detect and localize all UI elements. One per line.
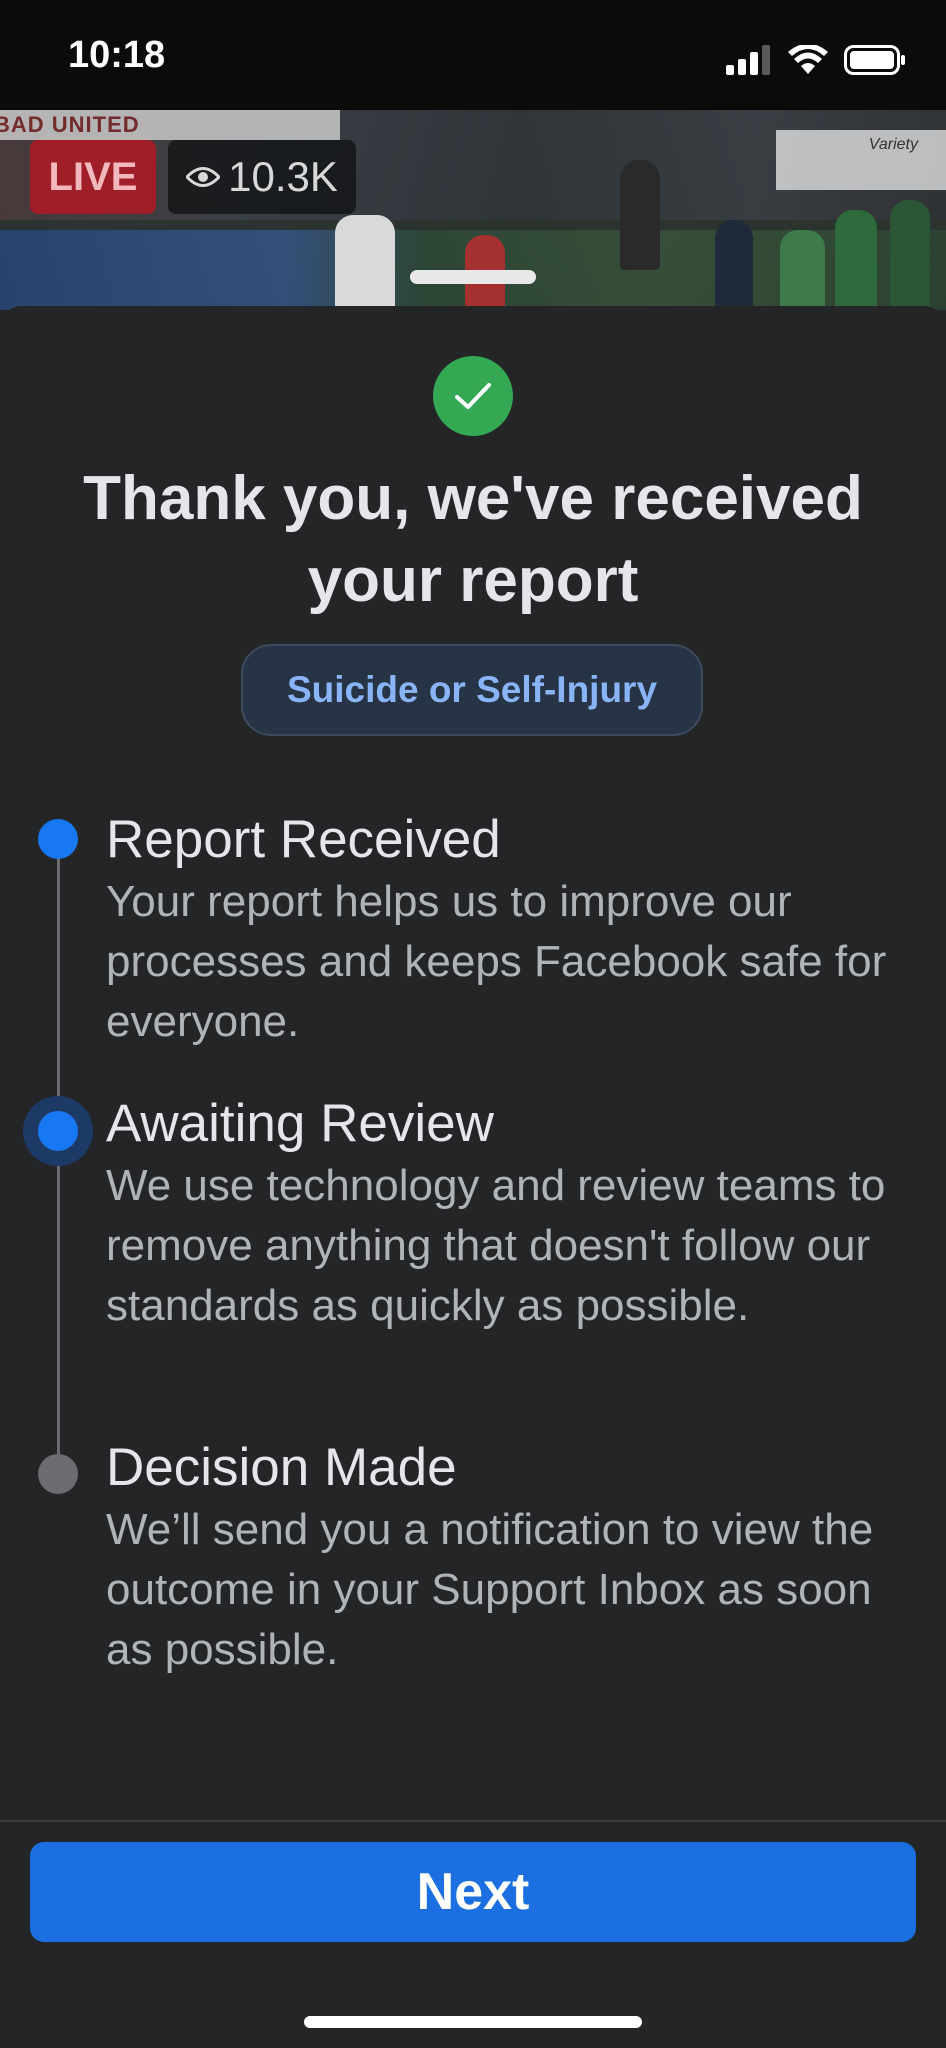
step-description: We use technology and review teams to re… — [106, 1161, 886, 1330]
next-button[interactable]: Next — [30, 1842, 916, 1942]
wifi-icon — [788, 45, 828, 74]
sheet-grabber[interactable] — [410, 270, 536, 284]
viewer-count: 10.3K — [228, 153, 338, 200]
step-received-indicator — [38, 819, 78, 859]
eye-icon — [186, 167, 221, 187]
stadium-banner: BAD UNITED — [0, 110, 340, 140]
player-figure — [620, 160, 660, 270]
footer-divider — [0, 1820, 946, 1822]
player-figure — [835, 210, 877, 310]
status-bar: 10:18 — [0, 0, 946, 110]
step-description: We’ll send you a notification to view th… — [106, 1505, 874, 1674]
step-awaiting-review: Awaiting Review We use technology and re… — [106, 1094, 926, 1336]
step-decision-indicator — [38, 1454, 78, 1494]
step-title: Awaiting Review — [106, 1094, 494, 1153]
report-category-badge: Suicide or Self-Injury — [241, 644, 703, 736]
checkmark-icon — [455, 383, 491, 409]
player-figure — [715, 220, 753, 310]
step-report-received: Report Received Your report helps us to … — [106, 810, 926, 1052]
step-awaiting-indicator — [38, 1111, 78, 1151]
page-title: Thank you, we've received your report — [83, 464, 863, 615]
status-time: 10:18 — [68, 34, 166, 76]
step-decision-made: Decision Made We’ll send you a notificat… — [106, 1438, 926, 1680]
step-title: Decision Made — [106, 1438, 457, 1497]
player-figure — [335, 215, 395, 310]
live-badge: LIVE — [30, 140, 156, 214]
player-figure — [780, 230, 825, 310]
success-badge — [433, 356, 513, 436]
banner-text: BAD UNITED — [0, 112, 140, 137]
home-indicator[interactable] — [304, 2016, 642, 2028]
ad-board-text: Variety — [868, 136, 918, 153]
ad-board — [776, 130, 946, 190]
player-figure — [890, 200, 930, 310]
viewer-count-badge: 10.3K — [168, 140, 356, 214]
cellular-signal-icon — [726, 45, 770, 75]
battery-icon — [844, 45, 905, 75]
step-description: Your report helps us to improve our proc… — [106, 877, 887, 1046]
step-title: Report Received — [106, 810, 501, 869]
status-icons — [726, 40, 906, 80]
